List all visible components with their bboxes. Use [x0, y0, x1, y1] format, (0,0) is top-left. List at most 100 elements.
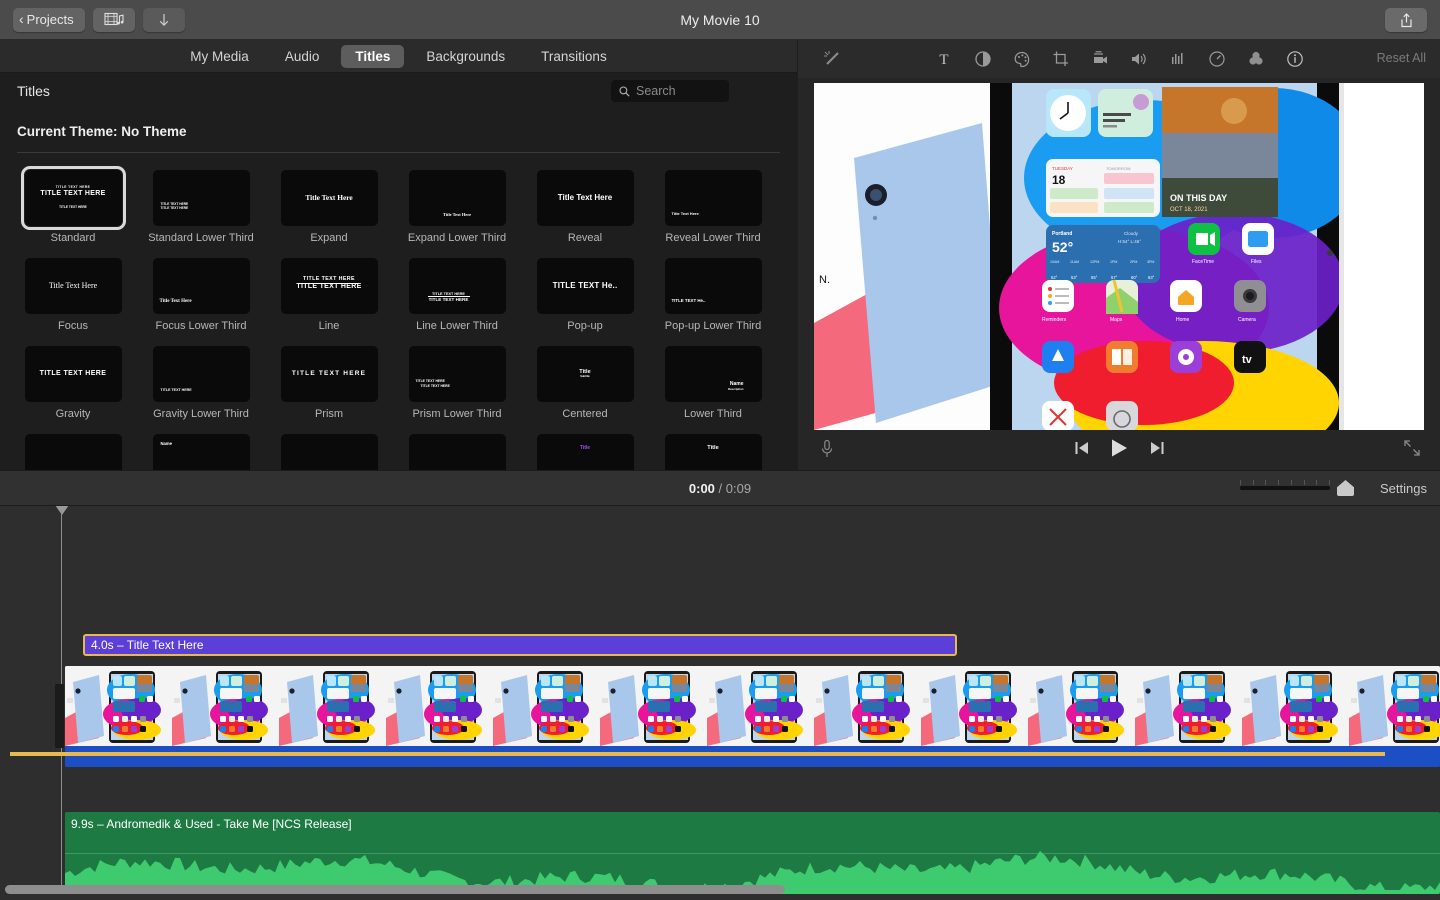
time-separator: /	[719, 481, 723, 496]
tab-audio[interactable]: Audio	[271, 45, 334, 68]
title-style-thumbnail[interactable]: TITLE TEXT HERE	[281, 346, 378, 402]
title-style-thumbnail[interactable]	[409, 434, 506, 471]
title-style-cell[interactable]: TitleSubtitleCentered	[528, 346, 642, 434]
title-style-name: Gravity Lower Third	[144, 408, 258, 434]
title-style-preview-text: Title Text Here	[409, 212, 506, 217]
import-media-button[interactable]	[143, 8, 185, 32]
title-style-cell[interactable]	[272, 434, 386, 471]
title-style-cell[interactable]: Title	[528, 434, 642, 471]
title-style-cell[interactable]	[400, 434, 514, 471]
title-style-thumbnail[interactable]: TITLE TEXT HERETITLE TEXT HERETITLE TEXT…	[25, 170, 122, 226]
tab-titles[interactable]: Titles	[341, 45, 404, 68]
back-to-projects-button[interactable]: ‹ Projects	[13, 8, 85, 32]
title-style-cell[interactable]: Title Text HereExpand	[272, 170, 386, 258]
filmstrip-frame	[65, 666, 172, 746]
svg-text:2PM: 2PM	[1130, 260, 1137, 264]
title-style-thumbnail[interactable]: Title	[665, 434, 762, 471]
current-theme-row[interactable]: Current Theme: No Theme	[0, 109, 797, 153]
title-style-cell[interactable]: Title Text Here Reveal	[528, 170, 642, 258]
reset-all-button[interactable]: Reset All	[1377, 51, 1426, 65]
title-style-cell[interactable]: TITLE TEXT He..Pop-up Lower Third	[656, 258, 770, 346]
media-browser-button[interactable]	[93, 8, 135, 32]
clip-filter-icon[interactable]	[1245, 48, 1267, 70]
stabilization-icon[interactable]	[1089, 48, 1111, 70]
title-style-thumbnail[interactable]: TITLE TEXT HERETITLE TEXT HERE	[409, 346, 506, 402]
title-style-thumbnail[interactable]: Title Text Here	[537, 170, 634, 226]
title-style-cell[interactable]: Title	[656, 434, 770, 471]
titles-adjust-icon[interactable]: T	[933, 48, 955, 70]
filmstrip-frame-image	[493, 666, 600, 746]
info-icon[interactable]	[1284, 48, 1306, 70]
tab-transitions[interactable]: Transitions	[527, 45, 621, 68]
title-style-thumbnail[interactable]: Title	[537, 434, 634, 471]
title-style-cell[interactable]: TITLE TEXT HERE Gravity Lower Third	[144, 346, 258, 434]
title-style-thumbnail[interactable]: NameDescription	[665, 346, 762, 402]
title-style-cell[interactable]: NameDescriptionLower Third	[656, 346, 770, 434]
title-style-cell[interactable]: Title Text HereExpand Lower Third	[400, 170, 514, 258]
title-style-cell[interactable]: TITLE TEXT HEREPrism	[272, 346, 386, 434]
skip-forward-button[interactable]	[1149, 440, 1165, 461]
tab-my-media[interactable]: My Media	[176, 45, 263, 68]
title-style-cell[interactable]	[16, 434, 130, 471]
title-style-thumbnail[interactable]: Title Text Here	[665, 170, 762, 226]
title-style-name: Reveal	[528, 232, 642, 258]
title-style-cell[interactable]: TITLE TEXT HERETITLE TEXT HERELine	[272, 258, 386, 346]
zoom-slider-track[interactable]	[1240, 486, 1330, 490]
title-style-preview-text: TITLE TEXT HERE	[281, 370, 378, 377]
search-field[interactable]: Search	[611, 80, 729, 102]
title-style-cell[interactable]: TITLE TEXT He..Pop-up	[528, 258, 642, 346]
title-style-cell[interactable]: TITLE TEXT HERETITLE TEXT HEREPrism Lowe…	[400, 346, 514, 434]
title-style-name: Standard	[16, 232, 130, 258]
skip-back-button[interactable]	[1074, 440, 1090, 461]
timeline-audio-clip[interactable]: 9.9s – Andromedik & Used - Take Me [NCS …	[65, 812, 1440, 894]
titles-browser-scroll[interactable]: TITLE TEXT HERETITLE TEXT HERETITLE TEXT…	[0, 153, 797, 471]
viewer-pane: T	[798, 40, 1440, 470]
title-style-thumbnail[interactable]: TitleSubtitle	[537, 346, 634, 402]
title-style-thumbnail[interactable]: TITLE TEXT HERE	[153, 346, 250, 402]
title-style-thumbnail[interactable]: Name	[153, 434, 250, 471]
title-style-cell[interactable]: Title Text HereFocus Lower Third	[144, 258, 258, 346]
filmstrip	[65, 666, 1440, 746]
title-style-cell[interactable]: Name	[144, 434, 258, 471]
title-style-thumbnail[interactable]: TITLE TEXT HERE	[25, 346, 122, 402]
title-style-cell[interactable]: Title Text HereFocus	[16, 258, 130, 346]
tab-backgrounds[interactable]: Backgrounds	[412, 45, 519, 68]
title-style-cell[interactable]: Title Text HereReveal Lower Third	[656, 170, 770, 258]
timeline-title-clip[interactable]: 4.0s – Title Text Here	[83, 634, 957, 656]
title-style-thumbnail[interactable]: TITLE TEXT He..	[537, 258, 634, 314]
fullscreen-button[interactable]	[1404, 440, 1420, 461]
play-button[interactable]	[1110, 438, 1129, 463]
timeline[interactable]: 4.0s – Title Text Here	[0, 506, 1440, 900]
title-style-thumbnail[interactable]: TITLE TEXT HERETITLE TEXT HERE	[281, 258, 378, 314]
title-style-thumbnail[interactable]: TITLE TEXT He..	[665, 258, 762, 314]
filmstrip-frame	[600, 666, 707, 746]
title-style-thumbnail[interactable]: Title Text Here	[25, 258, 122, 314]
title-style-thumbnail[interactable]	[25, 434, 122, 471]
noise-reduction-icon[interactable]	[1167, 48, 1189, 70]
title-style-thumbnail[interactable]: Title Text Here	[281, 170, 378, 226]
volume-icon[interactable]	[1128, 48, 1150, 70]
title-style-thumbnail[interactable]	[281, 434, 378, 471]
title-style-cell[interactable]: TITLE TEXT HERETITLE TEXT HERELine Lower…	[400, 258, 514, 346]
share-button[interactable]	[1385, 8, 1427, 32]
timeline-horizontal-scrollbar[interactable]	[5, 885, 785, 894]
video-preview[interactable]: N.	[814, 83, 1424, 430]
crop-icon[interactable]	[1050, 48, 1072, 70]
title-style-cell[interactable]: TITLE TEXT HERETITLE TEXT HERETITLE TEXT…	[16, 170, 130, 258]
color-correction-icon[interactable]	[1011, 48, 1033, 70]
title-style-thumbnail[interactable]: TITLE TEXT HERETITLE TEXT HERE	[153, 170, 250, 226]
playhead-handle[interactable]	[55, 506, 69, 515]
clip-left-edge-handle[interactable]	[55, 684, 64, 748]
title-style-thumbnail[interactable]: Title Text Here	[409, 170, 506, 226]
filmstrip-frame-image	[1349, 666, 1440, 746]
title-style-cell[interactable]: TITLE TEXT HEREGravity	[16, 346, 130, 434]
settings-button[interactable]: Settings	[1380, 481, 1427, 496]
filmstrip-frame-image	[65, 666, 172, 746]
title-style-thumbnail[interactable]: TITLE TEXT HERETITLE TEXT HERE	[409, 258, 506, 314]
title-style-cell[interactable]: TITLE TEXT HERETITLE TEXT HEREStandard L…	[144, 170, 258, 258]
download-arrow-icon	[157, 12, 171, 28]
color-balance-icon[interactable]	[972, 48, 994, 70]
speed-icon[interactable]	[1206, 48, 1228, 70]
filmstrip-frame	[1135, 666, 1242, 746]
title-style-thumbnail[interactable]: Title Text Here	[153, 258, 250, 314]
